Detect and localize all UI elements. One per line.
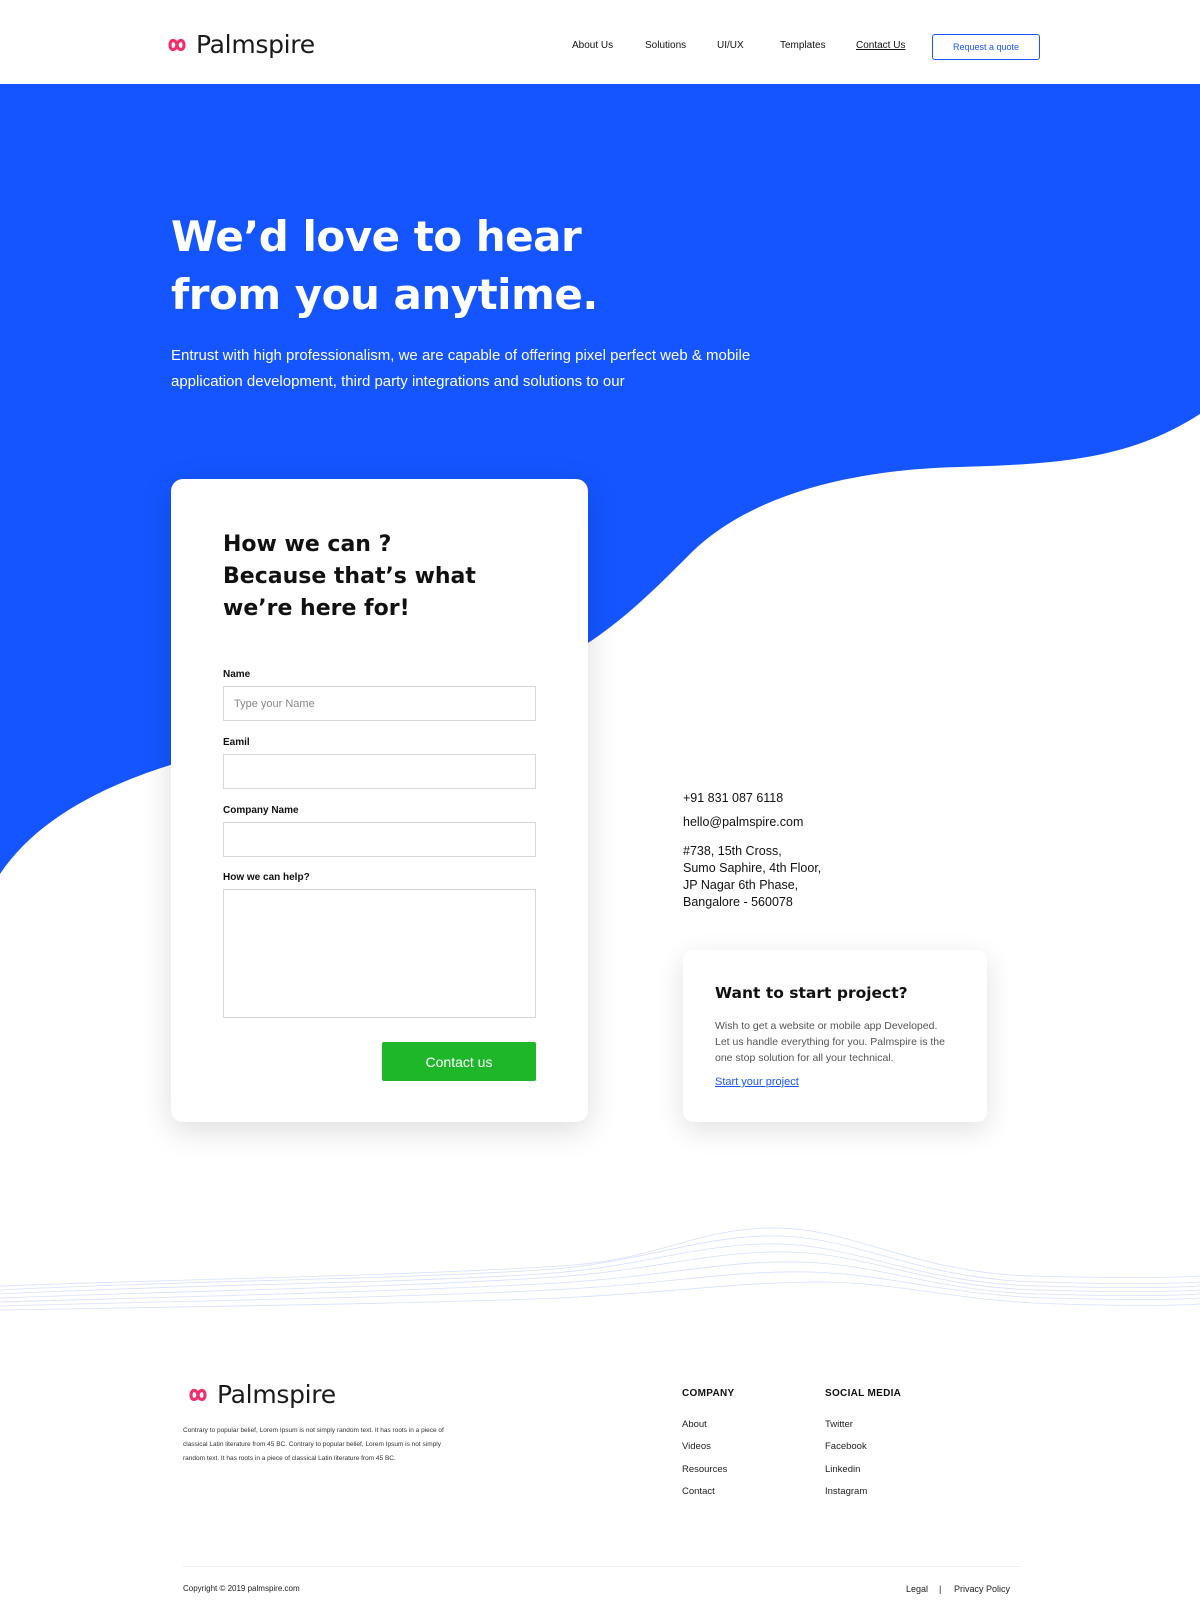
form-title: How we can ? Because that’s what we’re h…: [223, 529, 543, 625]
request-quote-button[interactable]: Request a quote: [932, 34, 1040, 60]
address-line: JP Nagar 6th Phase,: [683, 878, 799, 892]
copyright-text: Copyright © 2019 palmspire.com: [183, 1584, 300, 1593]
email-input[interactable]: [223, 754, 536, 789]
project-text-line: one stop solution for all your technical…: [715, 1052, 894, 1064]
email-address[interactable]: hello@palmspire.com: [683, 814, 803, 831]
address-line: #738, 15th Cross,: [683, 844, 782, 858]
start-project-card: Want to start project? Wish to get a web…: [683, 950, 987, 1122]
name-label: Name: [223, 669, 251, 680]
project-description: Wish to get a website or mobile app Deve…: [715, 1018, 955, 1066]
footer-link-about[interactable]: About: [682, 1419, 707, 1430]
footer-desc-line: classical Latin literature from 45 BC. C…: [183, 1441, 441, 1448]
form-title-line: we’re here for!: [223, 596, 410, 621]
footer-link-instagram[interactable]: Instagram: [825, 1486, 867, 1497]
footer-desc-line: random text. It has roots in a piece of …: [183, 1455, 396, 1462]
hero-title-line: We’d love to hear: [171, 212, 582, 261]
footer-link-videos[interactable]: Videos: [682, 1441, 711, 1452]
header-logo[interactable]: Palmspire: [162, 30, 315, 59]
footer-link-resources[interactable]: Resources: [682, 1464, 727, 1475]
project-title: Want to start project?: [715, 984, 908, 1002]
project-text-line: Wish to get a website or mobile app Deve…: [715, 1020, 938, 1032]
address-line: Bangalore - 560078: [683, 895, 793, 909]
hero-subtitle-line: application development, third party int…: [171, 373, 625, 390]
help-textarea[interactable]: [223, 889, 536, 1018]
hero-title: We’d love to hear from you anytime.: [171, 208, 691, 324]
footer-link-contact[interactable]: Contact: [682, 1486, 715, 1497]
contact-us-button[interactable]: Contact us: [382, 1042, 536, 1081]
hero-title-line: from you anytime.: [171, 270, 598, 319]
footer-divider: [183, 1566, 1021, 1567]
hero-subtitle: Entrust with high professionalism, we ar…: [171, 343, 771, 395]
name-input[interactable]: Type your Name: [223, 686, 536, 721]
footer-link-facebook[interactable]: Facebook: [825, 1441, 867, 1452]
address-line: Sumo Saphire, 4th Floor,: [683, 861, 822, 875]
hero-subtitle-line: Entrust with high professionalism, we ar…: [171, 347, 751, 364]
footer-desc-line: Contrary to popular belief, Lorem Ipsum …: [183, 1427, 444, 1434]
brand-name: Palmspire: [217, 1380, 336, 1409]
nav-solutions[interactable]: Solutions: [645, 40, 686, 51]
company-name-label: Company Name: [223, 805, 299, 816]
decorative-waves: [0, 1227, 1200, 1311]
footer-description: Contrary to popular belief, Lorem Ipsum …: [183, 1424, 453, 1466]
nav-contact-us[interactable]: Contact Us: [856, 40, 905, 51]
company-name-input[interactable]: [223, 822, 536, 857]
footer-link-linkedin[interactable]: Linkedin: [825, 1464, 860, 1475]
brand-name: Palmspire: [196, 30, 315, 59]
email-label: Eamil: [223, 737, 250, 748]
contact-form-card: How we can ? Because that’s what we’re h…: [171, 479, 588, 1122]
footer-link-twitter[interactable]: Twitter: [825, 1419, 853, 1430]
nav-about-us[interactable]: About Us: [572, 40, 613, 51]
company-heading: COMPANY: [682, 1388, 735, 1399]
start-project-link[interactable]: Start your project: [715, 1076, 799, 1088]
nav-templates[interactable]: Templates: [780, 40, 826, 51]
project-text-line: Let us handle everything for you. Palmsp…: [715, 1036, 945, 1048]
social-media-heading: SOCIAL MEDIA: [825, 1388, 902, 1399]
palmspire-logo-icon: [168, 38, 186, 51]
form-title-line: Because that’s what: [223, 564, 476, 589]
palmspire-logo-icon: [189, 1388, 207, 1401]
form-title-line: How we can ?: [223, 532, 392, 557]
phone-number[interactable]: +91 831 087 6118: [683, 790, 783, 807]
postal-address: #738, 15th Cross, Sumo Saphire, 4th Floo…: [683, 843, 821, 911]
legal-link[interactable]: Legal: [906, 1584, 928, 1594]
nav-ui-ux[interactable]: UI/UX: [717, 40, 744, 51]
privacy-policy-link[interactable]: Privacy Policy: [954, 1584, 1010, 1594]
footer-logo[interactable]: Palmspire: [183, 1380, 336, 1409]
site-header: Palmspire About Us Solutions UI/UX Templ…: [0, 0, 1200, 84]
name-placeholder: Type your Name: [234, 697, 315, 710]
help-label: How we can help?: [223, 872, 310, 883]
footer-separator: |: [939, 1584, 942, 1594]
